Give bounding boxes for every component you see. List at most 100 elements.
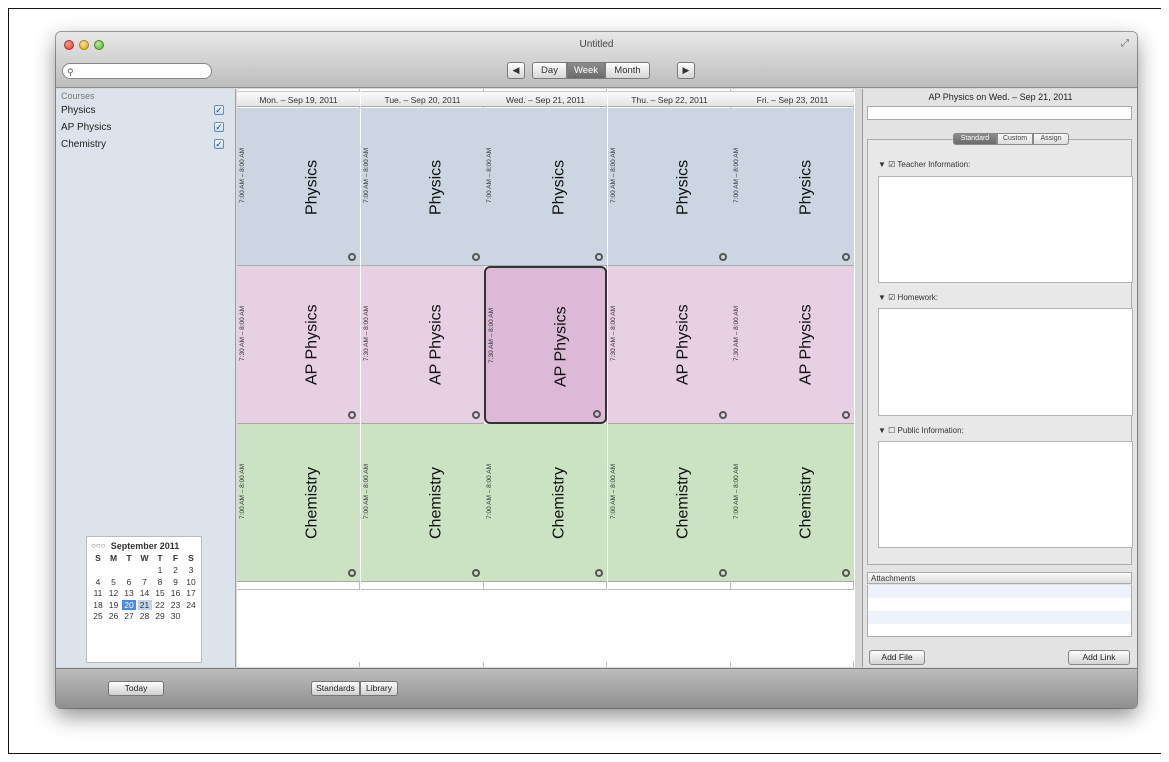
- calendar-day[interactable]: 14: [138, 588, 152, 598]
- calendar-day[interactable]: 12: [107, 588, 121, 598]
- standards-button[interactable]: Standards: [311, 681, 360, 696]
- class-block[interactable]: 7:00 AM – 8:00 AM Chemistry: [361, 424, 484, 582]
- view-week-button[interactable]: Week: [567, 62, 605, 79]
- calendar-day[interactable]: 25: [91, 611, 105, 621]
- search-input[interactable]: ⚲: [62, 63, 212, 79]
- fullscreen-icon[interactable]: ⤢: [1121, 38, 1129, 49]
- calendar-day[interactable]: 30: [169, 611, 183, 621]
- attachment-row[interactable]: [867, 611, 1132, 624]
- library-button[interactable]: Library: [360, 681, 398, 696]
- class-block[interactable]: 7:00 AM – 8:00 AM Physics: [237, 108, 360, 266]
- gear-icon[interactable]: [348, 569, 356, 577]
- detail-text-field[interactable]: [867, 106, 1132, 120]
- calendar-day[interactable]: 18: [91, 600, 105, 610]
- calendar-day[interactable]: 4: [91, 577, 105, 587]
- day-header[interactable]: Fri. – Sep 23, 2011: [731, 91, 854, 107]
- tab-custom[interactable]: Custom: [997, 133, 1033, 145]
- sidebar-item-ap-physics[interactable]: AP Physics ✓: [61, 122, 226, 136]
- calendar-day[interactable]: 22: [153, 600, 167, 610]
- gear-icon[interactable]: [842, 569, 850, 577]
- class-block[interactable]: 7:00 AM – 8:00 AM Physics: [608, 108, 731, 266]
- class-block[interactable]: 7:30 AM – 8:00 AM AP Physics: [484, 266, 607, 424]
- class-block[interactable]: 7:30 AM – 8:00 AM AP Physics: [237, 266, 360, 424]
- calendar-day[interactable]: 7: [138, 577, 152, 587]
- course-checkbox[interactable]: ✓: [214, 122, 224, 132]
- gear-icon[interactable]: [472, 253, 480, 261]
- gear-icon[interactable]: [348, 253, 356, 261]
- gear-icon[interactable]: [593, 410, 601, 418]
- calendar-day[interactable]: 3: [184, 565, 198, 575]
- calendar-day[interactable]: 21: [137, 599, 152, 610]
- public-information-field[interactable]: [878, 441, 1133, 548]
- section-public-information[interactable]: ▼ ☐ Public Information:: [878, 426, 964, 435]
- class-block[interactable]: 7:00 AM – 8:00 AM Chemistry: [237, 424, 360, 582]
- gear-icon[interactable]: [719, 411, 727, 419]
- gear-icon[interactable]: [348, 411, 356, 419]
- calendar-day[interactable]: 15: [153, 588, 167, 598]
- day-header[interactable]: Wed. – Sep 21, 2011: [484, 91, 607, 107]
- class-block[interactable]: 7:30 AM – 8:00 AM AP Physics: [608, 266, 731, 424]
- class-block[interactable]: 7:00 AM – 8:00 AM Chemistry: [731, 424, 854, 582]
- calendar-day[interactable]: 8: [153, 577, 167, 587]
- calendar-day[interactable]: 9: [169, 577, 183, 587]
- calendar-day[interactable]: 11: [91, 588, 105, 598]
- tab-standard[interactable]: Standard: [953, 133, 997, 145]
- calendar-day[interactable]: 10: [184, 577, 198, 587]
- day-header[interactable]: Mon. – Sep 19, 2011: [237, 91, 360, 107]
- empty-time-slot[interactable]: [608, 589, 731, 662]
- gear-icon[interactable]: [719, 253, 727, 261]
- teacher-information-field[interactable]: [878, 176, 1133, 283]
- calendar-day[interactable]: 19: [107, 600, 121, 610]
- calendar-day[interactable]: 16: [169, 588, 183, 598]
- gear-icon[interactable]: [595, 569, 603, 577]
- empty-time-slot[interactable]: [484, 589, 607, 662]
- add-file-button[interactable]: Add File: [869, 650, 925, 665]
- calendar-day[interactable]: 26: [107, 611, 121, 621]
- course-checkbox[interactable]: ✓: [214, 105, 224, 115]
- today-button[interactable]: Today: [108, 681, 164, 696]
- class-block[interactable]: 7:00 AM – 8:00 AM Chemistry: [608, 424, 731, 582]
- calendar-day[interactable]: 5: [107, 577, 121, 587]
- calendar-day[interactable]: 1: [153, 565, 167, 575]
- calendar-day[interactable]: 27: [122, 611, 136, 621]
- gear-icon[interactable]: [595, 253, 603, 261]
- calendar-day[interactable]: 2: [169, 565, 183, 575]
- tab-assign[interactable]: Assign: [1033, 133, 1069, 145]
- sidebar-item-physics[interactable]: Physics ✓: [61, 105, 226, 119]
- homework-field[interactable]: [878, 308, 1133, 416]
- calendar-day[interactable]: 17: [184, 588, 198, 598]
- class-block[interactable]: 7:00 AM – 8:00 AM Physics: [731, 108, 854, 266]
- class-block[interactable]: 7:00 AM – 8:00 AM Physics: [484, 108, 607, 266]
- view-day-button[interactable]: Day: [532, 62, 567, 79]
- previous-period-button[interactable]: ◀: [507, 62, 525, 79]
- class-block[interactable]: 7:00 AM – 8:00 AM Chemistry: [484, 424, 607, 582]
- calendar-day[interactable]: 29: [153, 611, 167, 621]
- class-block[interactable]: 7:30 AM – 8:00 AM AP Physics: [731, 266, 854, 424]
- class-block[interactable]: 7:00 AM – 8:00 AM Physics: [361, 108, 484, 266]
- calendar-day[interactable]: 6: [122, 577, 136, 587]
- attachment-row[interactable]: [867, 624, 1132, 637]
- sidebar-item-chemistry[interactable]: Chemistry ✓: [61, 139, 226, 153]
- day-header[interactable]: Thu. – Sep 22, 2011: [608, 91, 731, 107]
- gear-icon[interactable]: [472, 569, 480, 577]
- section-teacher-information[interactable]: ▼ ☑ Teacher Information:: [878, 160, 970, 169]
- calendar-day[interactable]: 20: [122, 599, 136, 610]
- day-header[interactable]: Tue. – Sep 20, 2011: [361, 91, 484, 107]
- course-checkbox[interactable]: ✓: [214, 139, 224, 149]
- calendar-day[interactable]: 23: [169, 600, 183, 610]
- gear-icon[interactable]: [842, 253, 850, 261]
- add-link-button[interactable]: Add Link: [1068, 650, 1130, 665]
- gear-icon[interactable]: [472, 411, 480, 419]
- empty-time-slot[interactable]: [237, 589, 360, 662]
- gear-icon[interactable]: [842, 411, 850, 419]
- calendar-day[interactable]: 13: [122, 588, 136, 598]
- attachment-row[interactable]: [867, 598, 1132, 611]
- calendar-day[interactable]: 28: [138, 611, 152, 621]
- attachment-row[interactable]: [867, 585, 1132, 598]
- view-month-button[interactable]: Month: [605, 62, 650, 79]
- section-homework[interactable]: ▼ ☑ Homework:: [878, 293, 938, 302]
- gear-icon[interactable]: [719, 569, 727, 577]
- calendar-day[interactable]: 24: [184, 600, 198, 610]
- empty-time-slot[interactable]: [731, 589, 854, 662]
- class-block[interactable]: 7:30 AM – 8:00 AM AP Physics: [361, 266, 484, 424]
